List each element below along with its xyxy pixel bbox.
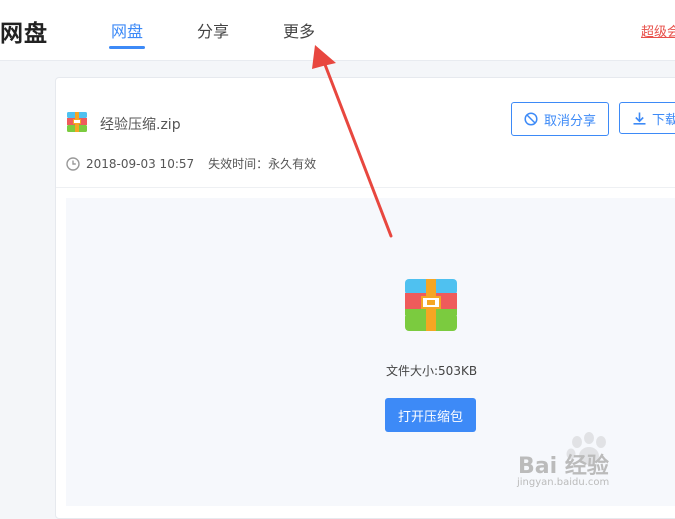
top-navigation-bar: 网盘 网盘 分享 更多 超级会 <box>0 0 675 61</box>
tab-more[interactable]: 更多 <box>283 18 315 42</box>
brand-logo-text: 网盘 <box>0 21 48 47</box>
zip-file-icon <box>67 112 87 132</box>
zip-archive-large-icon <box>405 279 457 331</box>
tab-share[interactable]: 分享 <box>197 18 229 42</box>
file-meta-row: 2018-09-03 10:57 失效时间：永久有效 <box>66 155 316 172</box>
cancel-share-button[interactable]: 取消分享 <box>511 102 609 136</box>
download-icon <box>633 112 646 125</box>
watermark-url: jingyan.baidu.com <box>517 477 610 488</box>
clock-icon <box>66 156 80 171</box>
file-size-text: 文件大小:503KB <box>386 364 478 378</box>
expiry-text: 失效时间：永久有效 <box>208 157 317 171</box>
super-member-link[interactable]: 超级会 <box>641 21 675 40</box>
watermark-text: Bai 经验 <box>518 454 609 479</box>
file-name: 经验压缩.zip <box>100 117 181 133</box>
tab-netdisk[interactable]: 网盘 <box>111 18 143 42</box>
active-tab-indicator <box>109 46 145 49</box>
download-label: 下载 <box>652 112 675 128</box>
cancel-share-label: 取消分享 <box>543 113 596 129</box>
open-archive-button[interactable]: 打开压缩包 <box>385 398 476 432</box>
ban-icon <box>524 112 538 126</box>
share-date: 2018-09-03 10:57 <box>86 156 195 171</box>
download-button[interactable]: 下载 <box>619 102 675 134</box>
card-divider <box>56 187 675 188</box>
